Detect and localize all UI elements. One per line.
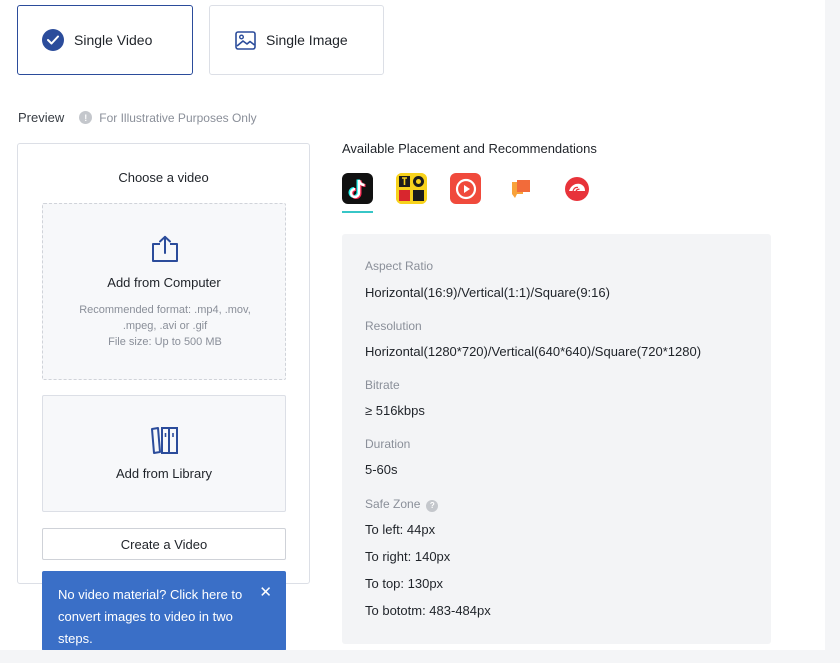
add-from-computer-label: Add from Computer [107,275,221,290]
topbuzz-icon[interactable] [396,173,427,204]
single-image-card[interactable]: Single Image [209,5,384,75]
add-from-computer-dropzone[interactable]: Add from Computer Recommended format: .m… [42,203,286,380]
news-app-icon[interactable] [505,173,536,204]
aspect-ratio-value: Horizontal(16:9)/Vertical(1:1)/Square(9:… [365,285,610,300]
safe-zone-top: To top: 130px [365,576,444,591]
safe-zone-label: Safe Zone [365,497,421,511]
safe-zone-left: To left: 44px [365,522,436,537]
upload-icon [149,235,181,268]
bottom-gutter [0,650,840,663]
preview-label: Preview [18,110,65,125]
close-icon[interactable]: ✕ [259,582,272,604]
single-video-label: Single Video [74,32,153,48]
check-icon [42,29,64,51]
resolution-value: Horizontal(1280*720)/Vertical(640*640)/S… [365,344,702,359]
bitrate-value: ≥ 516kbps [365,403,425,418]
safe-zone-right: To right: 140px [365,549,451,564]
specs-panel: Aspect Ratio Horizontal(16:9)/Vertical(1… [342,234,771,644]
buzzvideo-icon[interactable] [450,173,481,204]
convert-images-tooltip[interactable]: No video material? Click here to convert… [42,571,286,651]
add-from-library-box[interactable]: Add from Library [42,395,286,512]
safe-zone-label-row: Safe Zone? [365,497,439,512]
preview-note: For Illustrative Purposes Only [99,110,257,125]
image-icon [235,30,256,50]
info-icon[interactable]: ! [79,111,93,124]
tiktok-icon[interactable] [342,173,373,204]
ad-creative-page: Single Video Single Image Preview ! For … [0,0,825,651]
bitrate-label: Bitrate [365,378,400,392]
duration-value: 5-60s [365,462,398,477]
format-hint-text: Recommended format: .mp4, .mov, .mpeg, .… [79,304,251,332]
library-icon [149,425,181,460]
create-video-button[interactable]: Create a Video [42,528,286,560]
chooser-title: Choose a video [118,170,209,185]
duration-label: Duration [365,437,411,451]
add-from-library-label: Add from Library [115,466,213,481]
help-icon[interactable]: ? [426,499,439,512]
single-image-label: Single Image [266,32,348,48]
preview-row: Preview ! For Illustrative Purposes Only [18,110,257,125]
tiktok-tab-underline [342,211,373,213]
single-video-card[interactable]: Single Video [17,5,193,75]
placement-title: Available Placement and Recommendations [342,141,597,156]
format-hint: Recommended format: .mp4, .mov, .mpeg, .… [67,302,263,350]
safe-zone-bottom: To bototm: 483-484px [365,603,491,618]
tooltip-text: No video material? Click here to convert… [58,587,243,646]
right-gutter [825,0,840,663]
size-hint-text: File size: Up to 500 MB [108,336,222,348]
resolution-label: Resolution [365,319,422,333]
aspect-ratio-label: Aspect Ratio [365,259,434,273]
video-chooser-panel: Choose a video Add from Computer Recomme… [17,143,310,584]
pangle-icon[interactable] [561,173,592,204]
